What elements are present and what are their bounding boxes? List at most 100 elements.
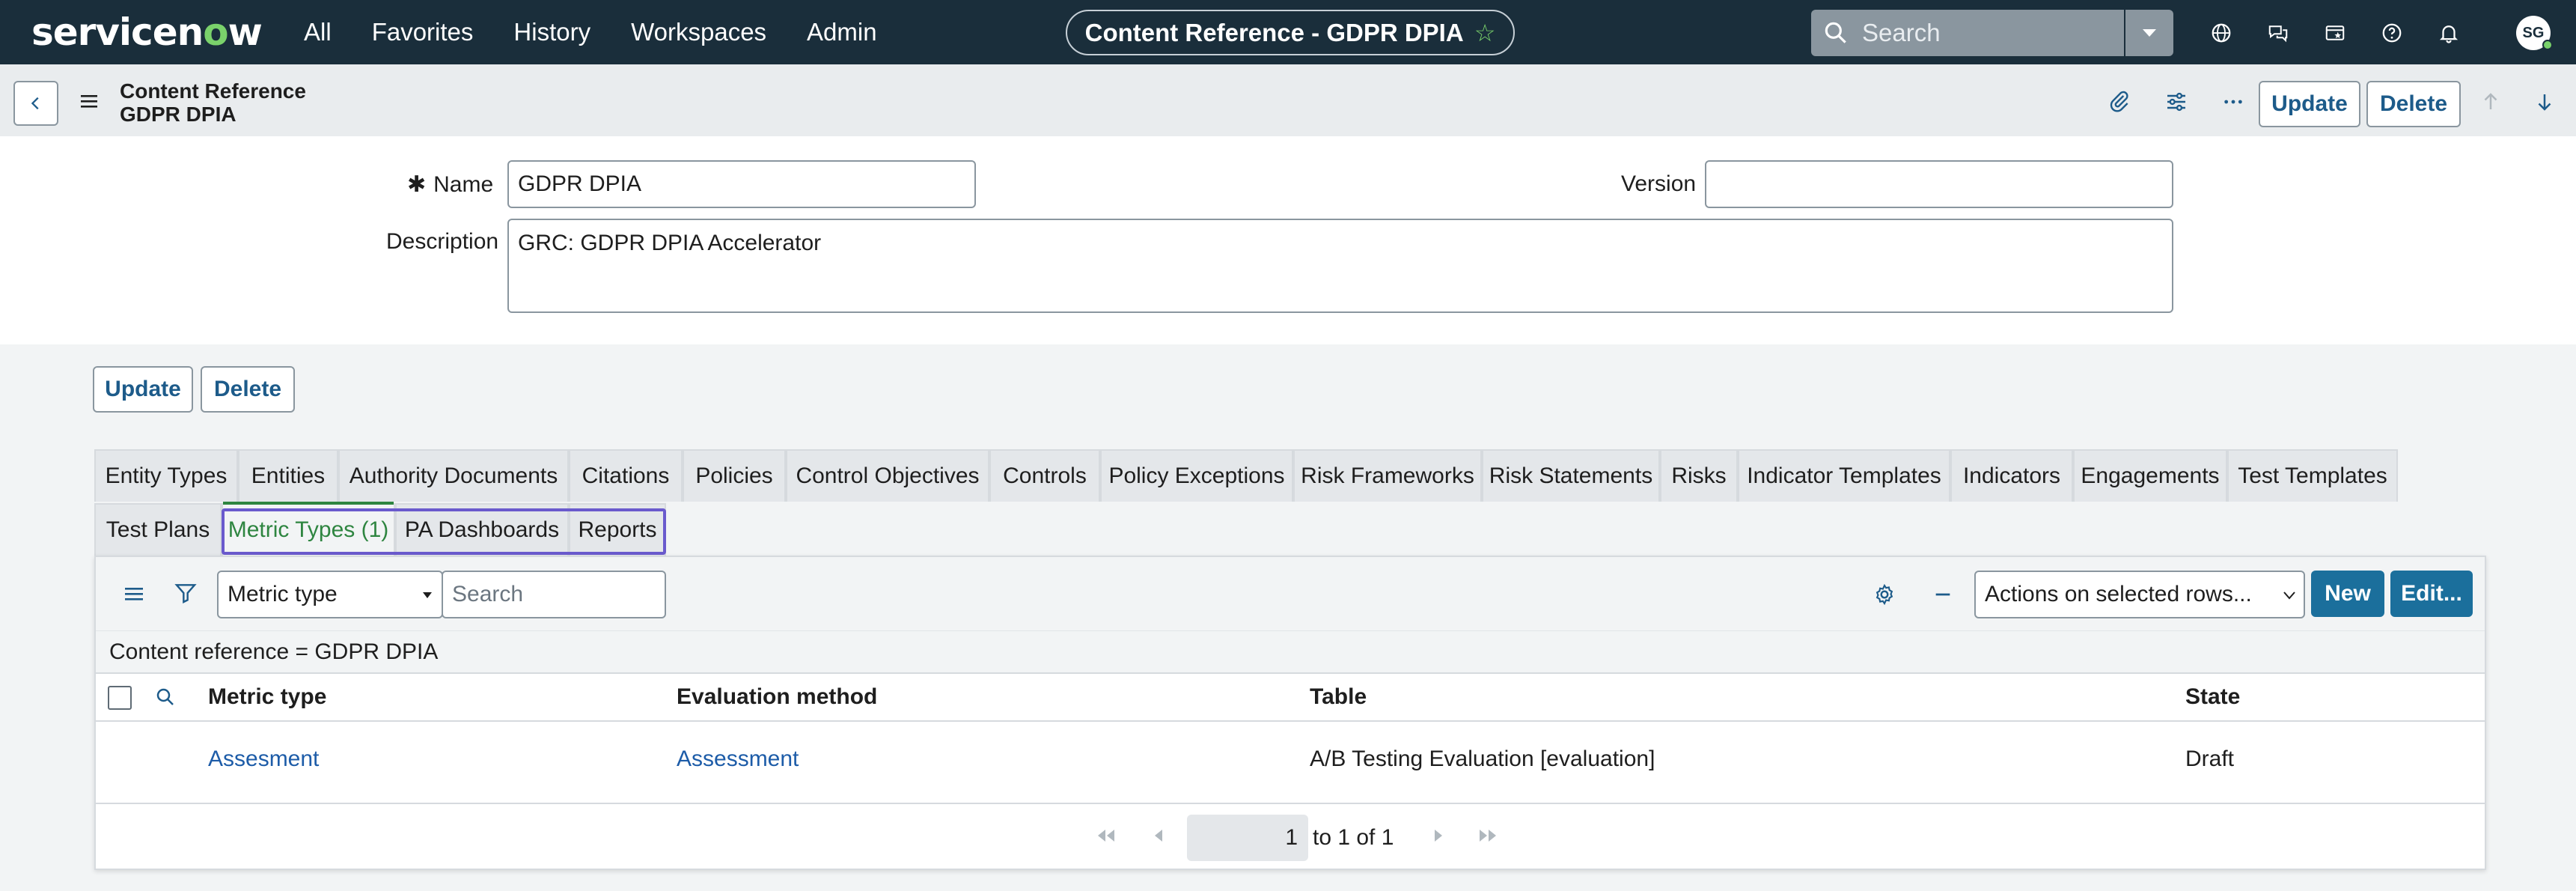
previous-record-icon[interactable] — [2476, 87, 2506, 117]
form-header: Content Reference GDPR DPIA Update Delet… — [0, 64, 2576, 136]
header-update-button[interactable]: Update — [2259, 81, 2360, 127]
tab-entities[interactable]: Entities — [238, 449, 338, 502]
form-context-menu-icon[interactable] — [78, 91, 100, 111]
new-button[interactable]: New — [2311, 571, 2384, 617]
last-page-icon[interactable] — [1473, 819, 1503, 852]
form-title: Content Reference GDPR DPIA — [120, 79, 306, 126]
tab-test-templates[interactable]: Test Templates — [2227, 449, 2398, 502]
favorite-star-icon[interactable]: ☆ — [1474, 19, 1496, 47]
nav-history[interactable]: History — [513, 18, 590, 46]
tab-indicators[interactable]: Indicators — [1950, 449, 2073, 502]
name-label: ✱ Name — [407, 172, 494, 197]
servicenow-logo[interactable]: servicenow — [31, 10, 263, 54]
tab-authority-documents[interactable]: Authority Documents — [338, 449, 569, 502]
delete-button[interactable]: Delete — [201, 366, 295, 413]
card-star-icon[interactable] — [2319, 16, 2351, 49]
list-toolbar: Metric type Search Actions on selected r… — [96, 557, 2485, 630]
column-search-icon[interactable] — [154, 686, 177, 708]
tab-risks[interactable]: Risks — [1660, 449, 1738, 502]
search-icon — [1825, 22, 1846, 43]
mandatory-asterisk-icon: ✱ — [407, 172, 427, 197]
next-page-icon[interactable] — [1423, 819, 1453, 852]
chevron-left-icon — [31, 97, 39, 110]
more-options-icon[interactable] — [2218, 87, 2248, 117]
tab-test-plans[interactable]: Test Plans — [94, 503, 222, 556]
context-title: Content Reference - GDPR DPIA — [1084, 18, 1464, 46]
form-title-table: Content Reference — [120, 79, 306, 103]
tab-citations[interactable]: Citations — [569, 449, 683, 502]
tab-entity-types[interactable]: Entity Types — [94, 449, 238, 502]
form-header-icons — [2105, 87, 2248, 117]
cell-table: A/B Testing Evaluation [evaluation] — [1310, 746, 1655, 771]
back-button[interactable] — [13, 81, 58, 126]
tab-policy-exceptions[interactable]: Policy Exceptions — [1100, 449, 1293, 502]
nav-icons — [2205, 16, 2465, 49]
search-field-value: Metric type — [228, 582, 338, 606]
update-button[interactable]: Update — [93, 366, 193, 413]
nav-all[interactable]: All — [304, 18, 332, 46]
paperclip-icon[interactable] — [2105, 87, 2134, 117]
page-number-input[interactable]: 1 — [1187, 815, 1308, 861]
table-row: Assesment Assessment A/B Testing Evaluat… — [96, 722, 2485, 804]
tab-reports[interactable]: Reports — [569, 503, 666, 556]
column-header-state[interactable]: State — [2185, 674, 2240, 720]
gear-icon[interactable] — [1873, 583, 1896, 606]
nav-workspaces[interactable]: Workspaces — [631, 18, 766, 46]
tab-risk-frameworks[interactable]: Risk Frameworks — [1293, 449, 1482, 502]
context-title-pill[interactable]: Content Reference - GDPR DPIA ☆ — [1066, 10, 1515, 55]
nav-favorites[interactable]: Favorites — [372, 18, 474, 46]
column-header-table[interactable]: Table — [1310, 674, 1367, 720]
header-delete-button[interactable]: Delete — [2366, 81, 2461, 127]
form-title-record: GDPR DPIA — [120, 103, 236, 126]
chevron-down-icon — [2143, 29, 2156, 37]
list-breadcrumb[interactable]: Content reference = GDPR DPIA — [96, 630, 2485, 672]
search-placeholder: Search — [1862, 19, 1941, 46]
previous-page-icon[interactable] — [1144, 819, 1173, 852]
version-field[interactable] — [1705, 160, 2173, 208]
description-label: Description — [386, 229, 499, 254]
column-header-evaluation-method[interactable]: Evaluation method — [677, 674, 877, 720]
nav-admin[interactable]: Admin — [807, 18, 877, 46]
actions-select[interactable]: Actions on selected rows... — [1974, 571, 2305, 618]
tab-policies[interactable]: Policies — [683, 449, 786, 502]
tab-control-objectives[interactable]: Control Objectives — [786, 449, 989, 502]
search-field-select[interactable]: Metric type — [217, 571, 443, 618]
globe-icon[interactable] — [2205, 16, 2238, 49]
cell-state: Draft — [2185, 746, 2235, 771]
tab-pa-dashboards[interactable]: PA Dashboards — [395, 503, 569, 556]
first-page-icon[interactable] — [1091, 819, 1121, 852]
edit-button[interactable]: Edit... — [2390, 571, 2473, 617]
top-navigation-bar: servicenow All Favorites History Workspa… — [0, 0, 2576, 64]
tab-risk-statements[interactable]: Risk Statements — [1482, 449, 1660, 502]
list-search-input[interactable]: Search — [442, 571, 666, 618]
chevron-down-icon — [2283, 592, 2295, 600]
caret-down-icon — [423, 592, 432, 598]
sliders-icon[interactable] — [2161, 87, 2191, 117]
tab-engagements[interactable]: Engagements — [2073, 449, 2227, 502]
cell-evaluation-method[interactable]: Assessment — [677, 722, 799, 797]
cell-metric-type[interactable]: Assesment — [208, 722, 319, 797]
column-header-metric-type[interactable]: Metric type — [208, 674, 326, 720]
presence-indicator — [2542, 40, 2553, 50]
select-all-checkbox[interactable] — [108, 686, 132, 710]
actions-select-value: Actions on selected rows... — [1985, 582, 2252, 606]
list-pagination: 1 to 1 of 1 — [96, 804, 2485, 870]
global-search[interactable]: Search — [1811, 10, 2173, 56]
search-scope-dropdown[interactable] — [2124, 10, 2173, 56]
filter-icon[interactable] — [174, 581, 198, 605]
next-record-icon[interactable] — [2530, 87, 2560, 117]
list-header-row: Metric type Evaluation method Table Stat… — [96, 672, 2485, 722]
version-label: Version — [1621, 171, 1697, 196]
page-range-text: to 1 of 1 — [1313, 825, 1394, 850]
bell-icon[interactable] — [2432, 16, 2465, 49]
metric-types-related-list: Metric type Search Actions on selected r… — [94, 556, 2486, 870]
collapse-icon[interactable] — [1931, 583, 1955, 606]
list-menu-icon[interactable] — [123, 584, 145, 603]
name-field[interactable]: GDPR DPIA — [507, 160, 976, 208]
description-field[interactable]: GRC: GDPR DPIA Accelerator — [507, 219, 2173, 313]
tab-indicator-templates[interactable]: Indicator Templates — [1738, 449, 1950, 502]
chat-icon[interactable] — [2262, 16, 2295, 49]
tab-controls[interactable]: Controls — [989, 449, 1100, 502]
help-icon[interactable] — [2375, 16, 2408, 49]
tab-metric-types[interactable]: Metric Types (1) — [222, 502, 395, 556]
